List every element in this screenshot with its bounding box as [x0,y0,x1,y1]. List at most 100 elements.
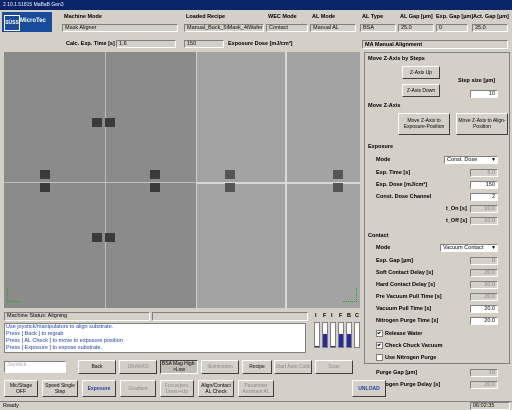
align-contact-button[interactable]: Align/Contact AL Check [198,380,234,397]
drakko-button[interactable]: DRAKKO [119,360,157,374]
crosshair-v-right [285,52,287,308]
t-on-label: t_On [s] [446,206,467,212]
pre-vacuum-pull-input[interactable]: 20.0 [470,293,498,301]
exposure-button[interactable]: Exposure [82,380,116,397]
al-type-label: AL Type [362,14,384,20]
gauge-bar [338,322,344,348]
illumination-button[interactable]: Illumination [201,360,239,374]
check-vacuum-checkbox[interactable]: Check Chuck Vacuum [376,342,442,349]
chevron-down-icon: ▼ [491,157,496,163]
exp-mode-label: Mode [376,157,391,163]
alignment-mark [150,170,160,179]
const-dose-channel-input[interactable]: 2 [470,193,498,201]
parameter-assistant-button[interactable]: Parameter Assistant AL [238,380,274,397]
exp-mode-select[interactable]: Const. Dose ▼ [444,156,498,164]
step-size-input[interactable]: 10 [470,90,498,98]
status-bar-time: 06:02:35 [470,402,510,410]
focus-button[interactable]: Focus/pos. Down+Up [160,380,194,397]
contact-section: Contact [368,233,389,239]
exp-time-input[interactable]: 5.0 [470,169,498,177]
move-to-align-button[interactable]: Move Z-Axis to Align-Position [456,113,508,135]
nitrogen-purge-time-input[interactable]: 20.0 [470,317,498,325]
wec-mode-value: Contact [266,24,308,32]
status-bar: Ready 06:02:35 [0,401,512,410]
suss-logo: SÜSS MicroTec [2,12,52,32]
ma-mode-label: MA Manual Alignment [362,40,508,49]
gauge-label: I [331,313,333,319]
status-field-secondary [152,312,308,321]
const-dose-channel-label: Const. Dose Channel [376,194,432,200]
gauge-bar [346,322,352,348]
recipe-button[interactable]: Recipe [242,360,272,374]
alignment-mark [92,233,102,242]
gauge-fill [347,333,351,347]
checkbox-checked-icon [376,330,383,337]
vacuum-pull-label: Vacuum Pull Time [s] [376,306,432,312]
alignment-mark [333,170,343,179]
checkbox-checked-icon [376,342,383,349]
message-box: Use joystick/manipulators to align subst… [4,323,306,353]
logo-mark: SÜSS [4,15,20,31]
pre-vacuum-pull-label: Pre Vacuum Pull Time [s] [376,294,442,300]
speed-button[interactable]: Speed Single Step [42,380,78,397]
machine-mode-label: Machine Mode [64,14,102,20]
t-on-input[interactable]: 10.0 [470,205,498,213]
release-water-checkbox[interactable]: Release Water [376,330,422,337]
unload-button[interactable]: UNLOAD [352,380,386,397]
axis-indicator [343,288,357,302]
step-size-label: Step size [µm] [458,78,496,84]
crosshair-v-left [105,52,106,308]
axis-indicator [7,288,21,302]
gauge-label: F [323,313,327,319]
checkbox-unchecked-icon [376,354,383,361]
exposure-dose-label: Exposure Dose [mJ/cm²] [228,41,293,47]
gradient-button[interactable]: Gradient [120,380,156,397]
act-gap-label: Act. Gap [µm] [473,14,509,20]
gauge-label: B [347,313,351,319]
message-line: Press [ Back ] to regrab [6,331,64,337]
exposure-section: Exposure [368,144,394,150]
contact-mode-value: Vacuum Contact [443,245,484,251]
zaxis-down-button[interactable]: Z-Axis Down [402,84,440,97]
message-line: Press [ AL Check ] to move to exposure p… [6,338,123,344]
contact-exp-gap-label: Exp. Gap [µm] [376,258,414,264]
bsa-mag-button[interactable]: BSA Mag High->Low [160,360,198,374]
move-to-exposure-button[interactable]: Move Z-Axis to Exposure-Position [398,113,450,135]
alignment-mark [40,170,50,179]
alignment-mark [333,183,343,192]
exposure-dose-value: 150 [184,40,224,48]
scan-button[interactable]: Scan [315,360,353,374]
soft-contact-delay-input[interactable]: 20.0 [470,269,498,277]
loaded-recipe-value: Manual_Back_5iMask_4iWafer [184,24,264,32]
use-nitrogen-checkbox[interactable]: Use Nitrogen Purge [376,354,436,361]
vacuum-pull-input[interactable]: 20.0 [470,305,498,313]
contact-exp-gap-input[interactable]: 0 [470,257,498,265]
t-off-input[interactable]: 10.0 [470,217,498,225]
mic-stage-button[interactable]: Mic/Stage OFF [4,380,38,397]
nitrogen-purge-delay-input[interactable]: 20.0 [470,381,498,389]
machine-status: Machine Status: Aligning [4,312,150,321]
purge-gap-input[interactable]: 10 [470,369,498,377]
alignment-mark [225,170,235,179]
camera-image-right[interactable] [197,52,360,308]
gauge-bar [330,322,336,348]
joystick-field[interactable]: Joystick [4,361,66,373]
purge-gap-label: Purge Gap [µm] [376,370,418,376]
zaxis-steps-section: Move Z-Axis by Steps [368,56,425,62]
nitrogen-purge-time-label: Nitrogen Purge Time [s] [376,318,439,324]
back-button[interactable]: Back [78,360,116,374]
gauge-group: IFIFBC [314,313,362,357]
hard-contact-delay-input[interactable]: 20.0 [470,281,498,289]
contact-mode-select[interactable]: Vacuum Contact ▼ [440,244,498,252]
gauge-bar [354,322,360,348]
exp-mode-value: Const. Dose [447,157,478,163]
start-auto-calib-button[interactable]: Start Auto Calib [274,360,312,374]
zaxis-up-button[interactable]: Z-Axis Up [402,66,440,79]
camera-image-left[interactable] [4,52,196,308]
exp-dose-input[interactable]: 150 [470,181,498,189]
exp-gap-value: 0 [436,24,468,32]
crosshair-h-left [4,182,196,183]
calc-exp-time-label: Calc. Exp. Time [s] [66,41,115,47]
gauge-bar [322,322,328,348]
contact-mode-label: Mode [376,245,391,251]
